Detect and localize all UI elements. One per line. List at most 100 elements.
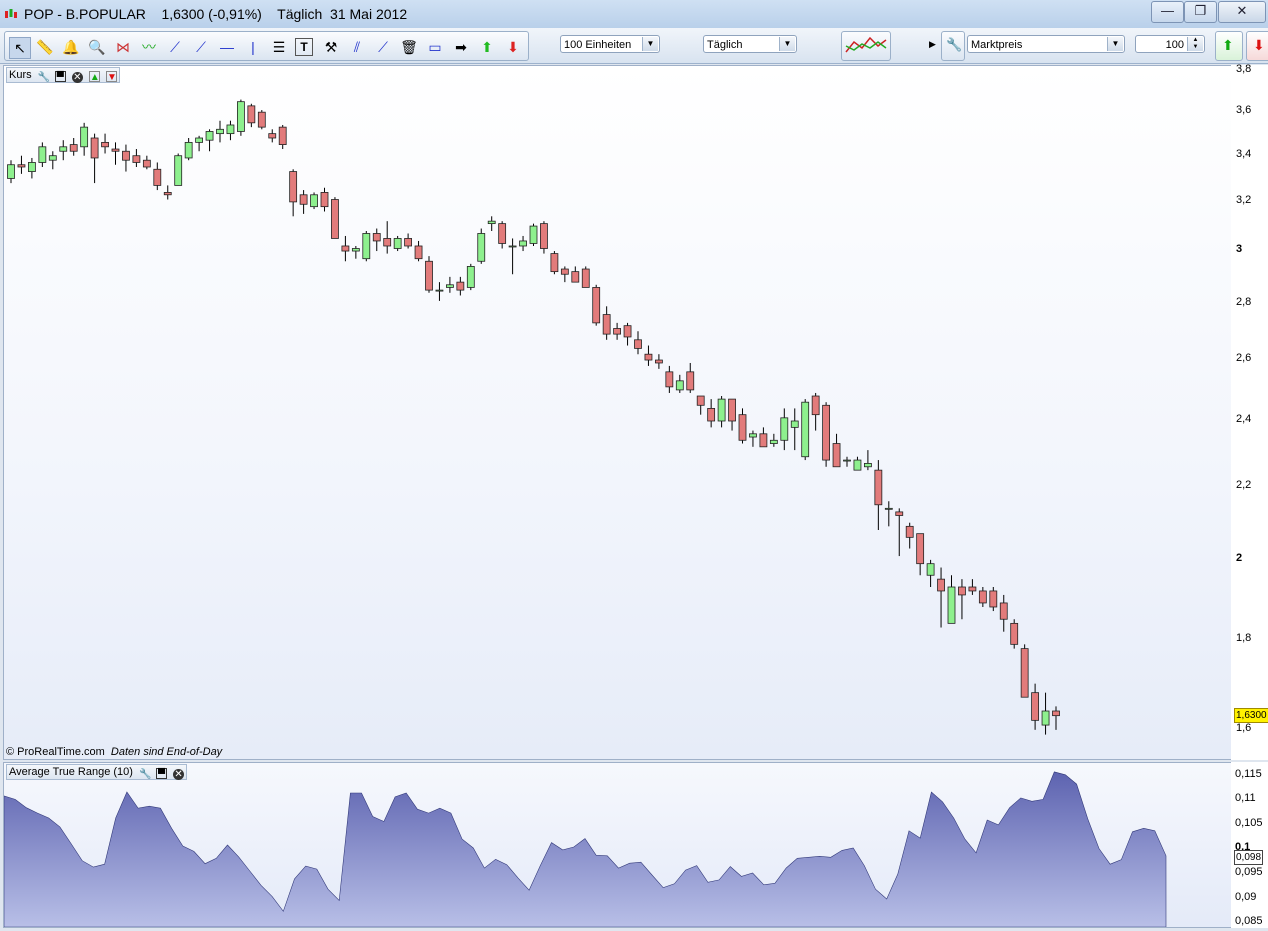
candle-body: [383, 238, 392, 247]
candle: [550, 251, 559, 275]
price-type-select[interactable]: Marktpreis ▼: [967, 35, 1125, 53]
candle-body: [519, 240, 527, 247]
parallel-lines-icon[interactable]: ⫽: [347, 37, 367, 57]
atr-y-axis[interactable]: 0,115 0,11 0,105 0,1 0,095 0,09 0,085 0,098: [1231, 762, 1268, 928]
candle-body: [508, 245, 517, 248]
candle: [195, 135, 204, 152]
window-icon[interactable]: ▀: [156, 768, 168, 780]
candle-body: [226, 124, 235, 135]
close-circle-icon[interactable]: ✕: [71, 72, 83, 83]
candle: [341, 235, 350, 262]
arrow-down-box-icon[interactable]: ▼: [105, 71, 117, 83]
fibonacci-icon[interactable]: ☰: [269, 37, 289, 57]
candle: [623, 322, 632, 346]
atr-chart[interactable]: [4, 763, 1231, 927]
tools-icon[interactable]: ⚒: [321, 37, 341, 57]
sell-button[interactable]: ⬇: [1246, 31, 1268, 61]
candle: [749, 430, 757, 447]
alarm-bell-icon[interactable]: 🔔: [61, 37, 81, 57]
candle-body: [947, 586, 956, 624]
price-chart-pane[interactable]: Kurs 🔧 ▀ ✕ ▲ ▼ © ProRealTime.com Daten s…: [3, 65, 1232, 760]
candle: [686, 362, 695, 393]
atr-tick-label: 0,095: [1235, 866, 1263, 878]
candle-body: [749, 433, 757, 438]
candle-body: [623, 325, 632, 338]
arrow-right-icon[interactable]: ➡: [451, 37, 471, 57]
candle-body: [216, 128, 224, 135]
horizontal-line-icon[interactable]: —: [217, 37, 237, 57]
candle-body: [59, 146, 68, 152]
candle: [717, 396, 726, 428]
period-select[interactable]: Täglich ▼: [703, 35, 797, 53]
buy-arrow-icon: ⬆: [1222, 37, 1234, 53]
y-tick-label: 3,8: [1236, 63, 1252, 75]
arrow-up-icon[interactable]: ⬆: [477, 37, 497, 57]
panel-expander-icon[interactable]: ▶: [929, 39, 936, 50]
drawing-tools-group: ↖ 📏 🔔 🔍 ⋈ 〰 ⟋ ⟋ — | ☰ T ⚒ ⫽ ⟋ 🗑 ▭ ➡ ⬆ ⬇: [4, 31, 529, 61]
candle: [905, 522, 914, 549]
quantity-stepper[interactable]: 100 ▲ ▼: [1135, 35, 1205, 53]
indicators-button[interactable]: [841, 31, 891, 61]
candle-body: [80, 126, 89, 148]
wrench-button[interactable]: 🔧: [941, 31, 965, 61]
line-icon[interactable]: ⟋: [165, 37, 185, 57]
candle-body: [790, 420, 799, 428]
minimize-button[interactable]: —: [1151, 1, 1184, 23]
candle: [487, 216, 496, 231]
candle-body: [310, 194, 318, 208]
current-price-label: 1,6300: [1234, 707, 1268, 723]
candle: [634, 331, 642, 355]
spinner-icon[interactable]: ▲ ▼: [1187, 37, 1203, 51]
candle: [236, 99, 245, 136]
rectangle-icon[interactable]: ▭: [425, 37, 445, 57]
candle: [822, 402, 830, 467]
ruler-icon[interactable]: 📏: [35, 37, 55, 57]
cursor-icon[interactable]: ↖: [9, 37, 31, 59]
candle-body: [278, 126, 287, 145]
close-circle-icon[interactable]: ✕: [173, 769, 185, 780]
candle-body: [257, 111, 266, 128]
candle: [853, 456, 862, 471]
units-select[interactable]: 100 Einheiten ▼: [560, 35, 660, 53]
candle-body: [132, 155, 141, 163]
y-tick-label: 3: [1236, 243, 1243, 256]
y-tick-label: 2: [1236, 551, 1243, 564]
candle-body: [832, 443, 841, 468]
atr-indicator-pane[interactable]: Average True Range (10) 🔧 ▀ ✕: [3, 762, 1232, 928]
candle-body: [822, 404, 830, 461]
candle-body: [195, 137, 204, 143]
price-y-axis[interactable]: 3,8 3,6 3,4 3,2 3 2,8 2,6 2,4 2,2 2 1,8 1,6 1,6300: [1231, 63, 1268, 760]
candle-body: [445, 284, 454, 288]
window-title: POP - B.POPULAR 1,6300 (-0,91%) Täglich …: [24, 6, 408, 22]
text-icon[interactable]: T: [295, 38, 313, 56]
arrow-up-box-icon[interactable]: ▲: [88, 71, 100, 83]
candle-body: [999, 602, 1008, 620]
atr-tick-label: 0,105: [1235, 816, 1263, 829]
vertical-line-icon[interactable]: |: [243, 37, 263, 57]
candle-body: [592, 287, 601, 324]
candle: [362, 230, 371, 262]
candle: [257, 110, 266, 130]
y-tick-label: 3,6: [1236, 104, 1252, 117]
window-icon[interactable]: ▀: [54, 71, 66, 83]
buy-button[interactable]: ⬆: [1215, 31, 1243, 61]
wrench-icon[interactable]: 🔧: [38, 72, 50, 83]
candle: [435, 282, 444, 301]
price-chart[interactable]: [4, 66, 1231, 759]
close-button[interactable]: ✕: [1218, 1, 1266, 23]
ray-icon[interactable]: ⟋: [191, 37, 211, 57]
candle: [414, 240, 423, 262]
zoom-icon[interactable]: 🔍: [87, 37, 107, 57]
restore-button[interactable]: ❐: [1184, 1, 1217, 23]
candle-body: [644, 353, 653, 361]
y-tick-label: 2,2: [1236, 479, 1252, 492]
arrow-down-icon[interactable]: ⬇: [503, 37, 523, 57]
candle: [769, 433, 778, 447]
wrench-icon[interactable]: 🔧: [139, 769, 151, 780]
candle: [205, 129, 214, 152]
trash-icon[interactable]: 🗑: [399, 37, 419, 57]
candle: [895, 508, 904, 557]
trend-channel-icon[interactable]: ⋈: [113, 37, 133, 57]
gann-fan-icon[interactable]: ⟋: [373, 37, 393, 57]
wave-icon[interactable]: 〰: [139, 37, 159, 57]
